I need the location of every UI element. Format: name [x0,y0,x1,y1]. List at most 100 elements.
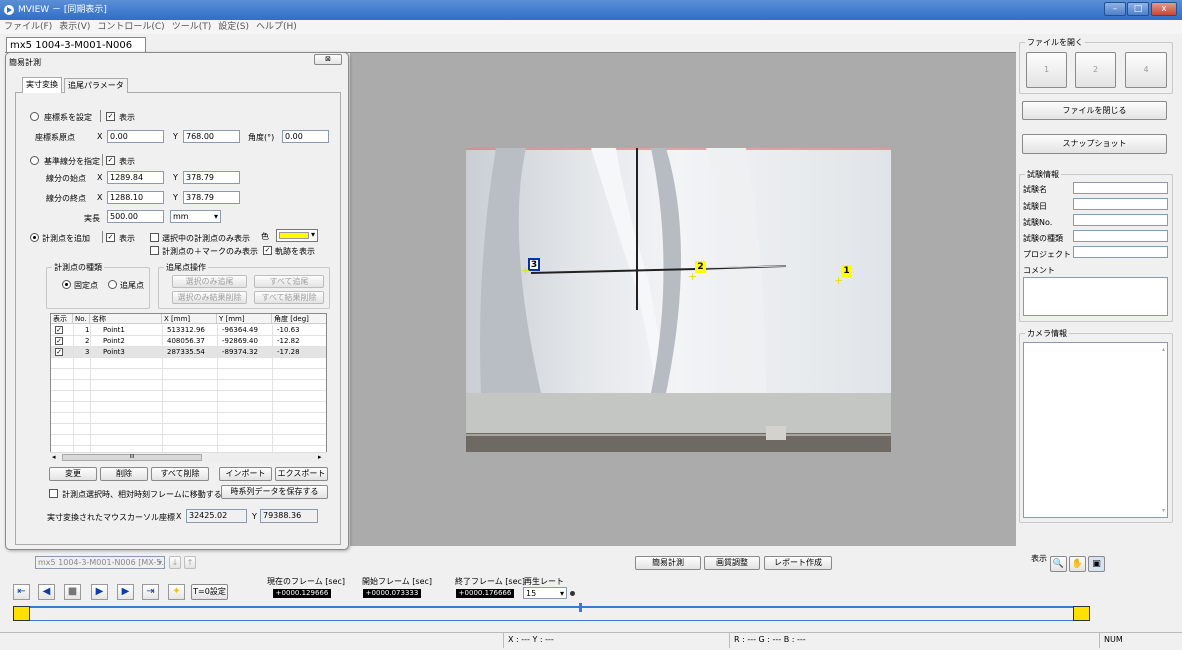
project-input[interactable] [1073,246,1168,258]
col-header-no[interactable]: No. [73,314,90,324]
track-checkbox[interactable]: ✓ [263,246,272,255]
set-zero-star-icon[interactable]: ✦ [168,584,185,600]
origin-y-input[interactable]: 768.00 [183,130,240,143]
change-button[interactable]: 変更 [49,467,97,481]
range-start-handle-icon[interactable] [13,606,30,621]
menu-view[interactable]: 表示(V) [55,20,93,34]
end-x-input[interactable]: 1288.10 [107,191,164,204]
delete-all-results-button[interactable]: すべて結果削除 [254,291,324,304]
go-last-icon[interactable]: ⇥ [142,584,159,600]
save-series-button[interactable]: 時系列データを保存する [221,485,328,499]
camera-select[interactable]: mx5 1004-3-M001-N006 [MX-5... ▾ [35,556,165,569]
coord-show-checkbox[interactable]: ✓ [106,112,115,121]
scroll-left-icon[interactable]: ◂ [52,453,56,461]
minimize-button[interactable]: – [1104,2,1126,16]
unit-select[interactable]: mm ▾ [170,210,221,223]
tab-tracking-params[interactable]: 追尾パラメータ [64,78,128,93]
timeline-track[interactable] [30,606,1073,608]
step-forward-icon[interactable]: ▶ [117,584,134,600]
measurement-dialog[interactable]: 簡易計測 ⊠ 実寸変換 追尾パラメータ 座標系を設定 ✓ 表示 座標系原点 X … [5,52,349,550]
color-picker[interactable]: ▾ [276,229,318,242]
col-header-show[interactable]: 表示 [51,314,73,324]
open-slot-2[interactable]: 2 [1075,52,1116,88]
start-x-input[interactable]: 1289.84 [107,171,164,184]
col-header-x[interactable]: X [mm] [162,314,217,324]
only-mark-checkbox[interactable] [150,246,159,255]
comment-input[interactable] [1023,277,1168,316]
fit-window-icon[interactable]: ▣ [1088,556,1105,572]
menu-control[interactable]: コントロール(C) [93,20,167,34]
tab-image-adjust[interactable]: 画質調整 [704,556,760,570]
open-slot-4[interactable]: 4 [1125,52,1167,88]
play-icon[interactable]: ▶ [91,584,108,600]
only-selected-checkbox[interactable] [150,233,159,242]
timeline-current-thumb[interactable] [579,603,582,612]
delete-selected-result-button[interactable]: 選択のみ結果削除 [172,291,247,304]
col-header-angle[interactable]: 角度 [deg] [272,314,326,324]
scroll-thumb[interactable]: III [62,454,202,461]
menu-help[interactable]: ヘルプ(H) [252,20,300,34]
camera-image[interactable]: 3 2 1 + + + [466,148,891,452]
step-back-icon[interactable]: ◀ [38,584,55,600]
t0-button[interactable]: T=0設定 [191,584,228,600]
test-name-input[interactable] [1073,182,1168,194]
tab-conversion[interactable]: 実寸変換 [22,77,62,93]
separator [100,110,101,122]
dialog-close-button[interactable]: ⊠ [314,54,342,65]
zoom-icon[interactable]: 🔍 [1050,556,1067,572]
camera-info-box[interactable]: ▴ ▾ [1023,342,1168,518]
ref-radio[interactable] [30,156,39,165]
scroll-up-icon[interactable]: ▴ [1162,344,1165,355]
move-down-button[interactable]: ↓ [169,556,181,569]
add-show-checkbox[interactable]: ✓ [106,233,115,242]
range-end-handle-icon[interactable] [1073,606,1090,621]
hand-icon[interactable]: ✋ [1069,556,1086,572]
delete-all-button[interactable]: すべて削除 [151,467,209,481]
fixed-point-radio[interactable] [62,280,71,289]
open-slot-1[interactable]: 1 [1026,52,1067,88]
length-input[interactable]: 500.00 [107,210,164,223]
tab-simple-measure[interactable]: 簡易計測 [635,556,701,570]
document-tab[interactable]: mx5 1004-3-M001-N006 [6,37,146,53]
ref-show-checkbox[interactable]: ✓ [106,156,115,165]
move-up-button[interactable]: ↑ [184,556,196,569]
tab-report[interactable]: レポート作成 [764,556,832,570]
track-selected-button[interactable]: 選択のみ追尾 [172,275,247,288]
close-file-button[interactable]: ファイルを閉じる [1022,101,1167,120]
table-hscroll[interactable]: ◂ III ▸ [50,452,327,462]
go-first-icon[interactable]: ⇤ [13,584,30,600]
export-button[interactable]: エクスポート [275,467,328,481]
menu-tools[interactable]: ツール(T) [168,20,215,34]
origin-x-input[interactable]: 0.00 [107,130,164,143]
scroll-right-icon[interactable]: ▸ [318,453,322,461]
menu-file[interactable]: ファイル(F) [0,20,55,34]
track-point-label: 追尾点 [120,281,144,290]
col-header-name[interactable]: 名称 [90,314,162,324]
test-type-input[interactable] [1073,230,1168,242]
coord-radio[interactable] [30,112,39,121]
col-header-y[interactable]: Y [mm] [217,314,272,324]
start-y-input[interactable]: 378.79 [183,171,240,184]
coord-label: 座標系を設定 [44,113,92,122]
timeline-track-bottom [30,620,1073,621]
angle-label: 角度(°) [248,133,275,142]
import-button[interactable]: インポート [219,467,272,481]
angle-input[interactable]: 0.00 [282,130,329,143]
add-point-radio[interactable] [30,233,39,242]
origin-x-label: X [97,132,103,141]
move-frame-checkbox[interactable] [49,489,58,498]
scroll-down-icon[interactable]: ▾ [1162,505,1165,516]
snapshot-button[interactable]: スナップショット [1022,134,1167,154]
menu-settings[interactable]: 設定(S) [214,20,252,34]
close-window-button[interactable]: x [1151,2,1177,16]
maximize-button[interactable]: □ [1127,2,1149,16]
test-no-input[interactable] [1073,214,1168,226]
track-all-button[interactable]: すべて追尾 [254,275,324,288]
points-table[interactable]: 表示 No. 名称 X [mm] Y [mm] 角度 [deg] ✓ 1 Poi… [50,313,327,458]
rate-select[interactable]: 15 ▾ [523,587,567,599]
end-y-input[interactable]: 378.79 [183,191,240,204]
stop-icon[interactable]: ■ [64,584,81,600]
test-date-input[interactable] [1073,198,1168,210]
delete-button[interactable]: 削除 [100,467,148,481]
track-point-radio[interactable] [108,280,117,289]
